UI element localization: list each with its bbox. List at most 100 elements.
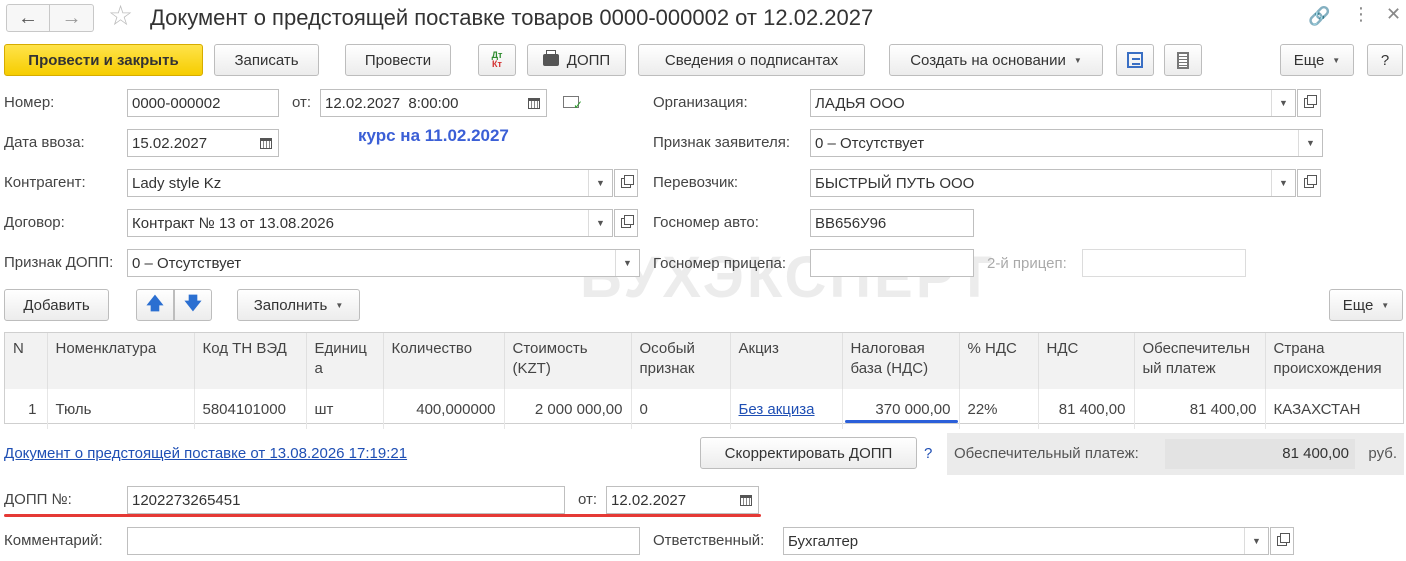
- chevron-down-icon[interactable]: ▼: [615, 250, 639, 276]
- more-vertical-icon[interactable]: ⋮: [1352, 4, 1370, 25]
- help-button[interactable]: ?: [1367, 44, 1403, 76]
- col-header-n[interactable]: N: [5, 333, 48, 389]
- org-open-button[interactable]: [1297, 89, 1321, 117]
- cell-vat-rate[interactable]: 22%: [959, 389, 1039, 429]
- responsible-field[interactable]: Бухгалтер ▼: [783, 527, 1269, 555]
- plate-field[interactable]: ВВ656У96: [810, 209, 974, 237]
- post-button[interactable]: Провести: [345, 44, 451, 76]
- excise-link[interactable]: Без акциза: [739, 401, 815, 418]
- chevron-down-icon[interactable]: ▼: [588, 170, 612, 196]
- open-form-icon: [1277, 533, 1290, 546]
- col-header-tax-base[interactable]: Налоговая база (НДС): [842, 333, 960, 389]
- dopp-sign-field[interactable]: 0 – Отсутствует ▼: [127, 249, 640, 277]
- chevron-down-icon[interactable]: ▼: [1271, 170, 1295, 196]
- move-down-button[interactable]: 🡇: [174, 289, 212, 321]
- cell-excise[interactable]: Без акциза: [730, 389, 843, 429]
- number-field[interactable]: 0000-000002: [127, 89, 279, 117]
- table-more-button[interactable]: Еще ▼: [1329, 289, 1403, 321]
- counterparty-value: Lady style Kz: [132, 174, 222, 192]
- hierarchy-icon: [1127, 52, 1143, 68]
- previous-document-link[interactable]: Документ о предстоящей поставке от 13.08…: [4, 445, 407, 462]
- trailer2-field[interactable]: [1082, 249, 1246, 277]
- chevron-down-icon: ▼: [1332, 55, 1341, 65]
- carrier-value: БЫСТРЫЙ ПУТЬ ООО: [815, 174, 975, 192]
- col-header-special-sign[interactable]: Особый признак: [631, 333, 731, 389]
- move-up-button[interactable]: 🡅: [136, 289, 174, 321]
- cell-cost[interactable]: 2 000 000,00: [504, 389, 632, 429]
- col-header-unit[interactable]: Единица: [306, 333, 384, 389]
- nav-forward-button[interactable]: →: [50, 4, 94, 32]
- counterparty-field[interactable]: Lady style Kz ▼: [127, 169, 613, 197]
- report-button[interactable]: [1164, 44, 1202, 76]
- dopp-no-value: 1202273265451: [132, 491, 241, 509]
- chevron-down-icon[interactable]: ▼: [588, 210, 612, 236]
- carrier-open-button[interactable]: [1297, 169, 1321, 197]
- help-link[interactable]: ?: [924, 445, 932, 462]
- col-header-origin-country[interactable]: Страна происхождения: [1265, 333, 1403, 389]
- contract-open-button[interactable]: [614, 209, 638, 237]
- save-button[interactable]: Записать: [214, 44, 319, 76]
- rate-note: курс на 11.02.2027: [358, 126, 509, 145]
- structure-button[interactable]: [1116, 44, 1154, 76]
- col-header-excise[interactable]: Акциз: [730, 333, 843, 389]
- cell-vat[interactable]: 81 400,00: [1038, 389, 1135, 429]
- org-field[interactable]: ЛАДЬЯ ООО ▼: [810, 89, 1296, 117]
- responsible-open-button[interactable]: [1270, 527, 1294, 555]
- trailer-label: Госномер прицепа:: [653, 255, 786, 272]
- correct-dopp-button[interactable]: Скорректировать ДОПП: [700, 437, 917, 469]
- link-icon[interactable]: 🔗: [1308, 6, 1330, 27]
- open-form-icon: [1304, 95, 1317, 108]
- arrow-left-icon: ←: [18, 7, 38, 29]
- cell-security-payment[interactable]: 81 400,00: [1134, 389, 1266, 429]
- cell-tax-base[interactable]: 370 000,00: [842, 389, 960, 429]
- col-header-security-payment[interactable]: Обеспечительный платеж: [1134, 333, 1266, 389]
- col-header-nomenclature[interactable]: Номенклатура: [47, 333, 195, 389]
- contract-label: Договор:: [4, 214, 65, 231]
- currency-label: руб.: [1368, 445, 1397, 462]
- counterparty-open-button[interactable]: [614, 169, 638, 197]
- applicant-field[interactable]: 0 – Отсутствует ▼: [810, 129, 1323, 157]
- cell-unit[interactable]: шт: [306, 389, 384, 429]
- cell-quantity[interactable]: 400,000000: [383, 389, 505, 429]
- more-button[interactable]: Еще ▼: [1280, 44, 1354, 76]
- print-dopp-button[interactable]: ДОПП: [527, 44, 626, 76]
- cell-special-sign[interactable]: 0: [631, 389, 731, 429]
- dopp-no-field[interactable]: 1202273265451: [127, 486, 565, 514]
- favorite-star-icon[interactable]: ☆: [108, 2, 133, 30]
- chevron-down-icon[interactable]: ▼: [1244, 528, 1268, 554]
- date-field[interactable]: 12.02.2027 8:00:00: [320, 89, 547, 117]
- tax-base-highlight-underline: [845, 420, 958, 423]
- add-button[interactable]: Добавить: [4, 289, 109, 321]
- col-header-quantity[interactable]: Количество: [383, 333, 505, 389]
- calendar-icon[interactable]: [522, 90, 546, 116]
- contract-field[interactable]: Контракт № 13 от 13.08.2026 ▼: [127, 209, 613, 237]
- close-icon[interactable]: ✕: [1386, 4, 1401, 25]
- cell-nomenclature[interactable]: Тюль: [47, 389, 195, 429]
- comment-field[interactable]: [127, 527, 640, 555]
- signers-button[interactable]: Сведения о подписантах: [638, 44, 865, 76]
- trailer-field[interactable]: [810, 249, 974, 277]
- chevron-down-icon[interactable]: ▼: [1271, 90, 1295, 116]
- applicant-value: 0 – Отсутствует: [815, 134, 925, 152]
- chevron-down-icon[interactable]: ▼: [1298, 130, 1322, 156]
- nav-back-button[interactable]: ←: [6, 4, 50, 32]
- document-check-icon: ✓: [563, 96, 583, 112]
- table-row[interactable]: 1 Тюль 5804101000 шт 400,000000 2 000 00…: [5, 389, 1403, 429]
- col-header-tn-ved[interactable]: Код ТН ВЭД: [194, 333, 307, 389]
- calendar-icon[interactable]: [734, 487, 758, 513]
- create-based-on-button[interactable]: Создать на основании ▼: [889, 44, 1103, 76]
- cell-tn-ved[interactable]: 5804101000: [194, 389, 307, 429]
- carrier-field[interactable]: БЫСТРЫЙ ПУТЬ ООО ▼: [810, 169, 1296, 197]
- calendar-icon[interactable]: [254, 130, 278, 156]
- chevron-down-icon: ▼: [335, 300, 344, 310]
- post-and-close-button[interactable]: Провести и закрыть: [4, 44, 203, 76]
- chevron-down-icon: ▼: [1073, 55, 1082, 65]
- fill-button[interactable]: Заполнить ▼: [237, 289, 360, 321]
- dt-kt-button[interactable]: Дт Кт: [478, 44, 516, 76]
- col-header-vat[interactable]: НДС: [1038, 333, 1135, 389]
- dopp-date-field[interactable]: 12.02.2027: [606, 486, 759, 514]
- col-header-cost[interactable]: Стоимость (KZT): [504, 333, 632, 389]
- col-header-vat-rate[interactable]: % НДС: [959, 333, 1039, 389]
- cell-origin-country[interactable]: КАЗАХСТАН: [1265, 389, 1403, 429]
- import-date-field[interactable]: 15.02.2027: [127, 129, 279, 157]
